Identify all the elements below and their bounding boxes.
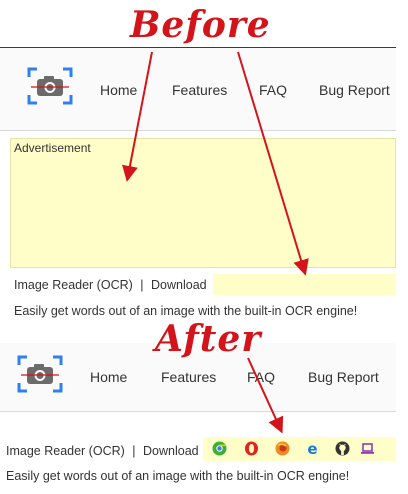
nav-home-link[interactable]: Home — [100, 82, 137, 98]
svg-text:e: e — [307, 441, 317, 456]
app-logo-camera-icon[interactable] — [27, 67, 73, 105]
advertisement-label: Advertisement — [14, 141, 91, 155]
laptop-icon[interactable] — [360, 441, 375, 456]
download-area-empty — [213, 274, 396, 295]
app-download-line-before: Image Reader (OCR) | Download — [14, 278, 207, 292]
nav-faq-link[interactable]: FAQ — [247, 369, 275, 385]
nav-features-link[interactable]: Features — [172, 82, 227, 98]
nav-faq-link[interactable]: FAQ — [259, 82, 287, 98]
app-name: Image Reader (OCR) — [6, 444, 125, 458]
github-icon[interactable] — [335, 441, 350, 456]
download-link[interactable]: Download — [143, 444, 199, 458]
after-annotation: After — [155, 318, 262, 360]
separator: | — [132, 444, 136, 458]
app-name: Image Reader (OCR) — [14, 278, 133, 292]
before-annotation: Before — [130, 4, 271, 46]
advertisement-box[interactable] — [10, 138, 396, 268]
nav-bug-report-link[interactable]: Bug Report — [308, 369, 379, 385]
firefox-icon[interactable] — [275, 441, 290, 456]
app-logo-camera-icon[interactable] — [17, 355, 63, 393]
nav-home-link[interactable]: Home — [90, 369, 127, 385]
chrome-icon[interactable] — [212, 441, 227, 456]
nav-bug-report-link[interactable]: Bug Report — [319, 82, 390, 98]
app-description-after: Easily get words out of an image with th… — [6, 469, 350, 483]
download-link[interactable]: Download — [151, 278, 207, 292]
nav-features-link[interactable]: Features — [161, 369, 216, 385]
separator: | — [140, 278, 144, 292]
opera-icon[interactable] — [244, 441, 259, 456]
app-description-before: Easily get words out of an image with th… — [14, 304, 358, 318]
app-download-line-after: Image Reader (OCR) | Download — [6, 444, 199, 458]
edge-icon[interactable]: e — [305, 440, 320, 458]
